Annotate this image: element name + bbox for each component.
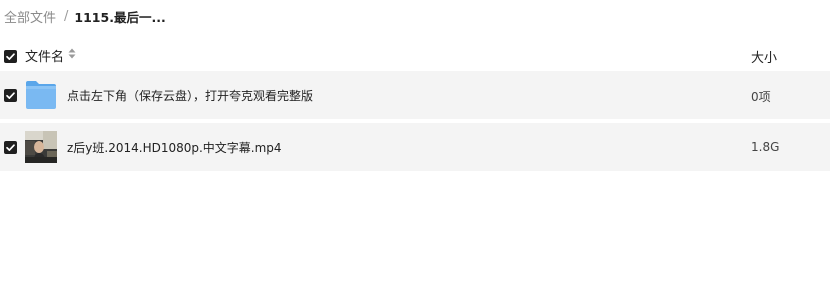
- table-row[interactable]: 点击左下角（保存云盘），打开夸克观看完整版 0项: [0, 71, 830, 119]
- select-all-checkbox[interactable]: [4, 50, 17, 63]
- table-header: 文件名 大小: [0, 44, 830, 68]
- size-column-header[interactable]: 大小: [751, 47, 777, 66]
- file-size: 1.8G: [751, 140, 780, 154]
- name-column-header[interactable]: 文件名: [25, 46, 76, 65]
- breadcrumb-separator: /: [64, 8, 69, 24]
- checkmark-icon: [6, 92, 15, 99]
- checkmark-icon: [6, 53, 15, 60]
- checkmark-icon: [6, 144, 15, 151]
- file-size: 0项: [751, 90, 771, 104]
- file-name[interactable]: z后y班.2014.HD1080p.中文字幕.mp4: [67, 139, 282, 156]
- name-column-label: 文件名: [25, 50, 65, 65]
- table-row[interactable]: z后y班.2014.HD1080p.中文字幕.mp4 1.8G: [0, 123, 830, 171]
- breadcrumb-current: 1115.最后一...: [74, 9, 166, 25]
- row-checkbox[interactable]: [4, 89, 17, 102]
- breadcrumb-root-link[interactable]: 全部文件: [4, 7, 56, 26]
- folder-icon: [25, 80, 57, 110]
- sort-updown-icon[interactable]: [68, 48, 76, 63]
- file-name[interactable]: 点击左下角（保存云盘），打开夸克观看完整版: [67, 87, 313, 104]
- breadcrumb: 全部文件 / 1115.最后一...: [4, 7, 166, 26]
- video-thumbnail: [25, 131, 57, 163]
- row-checkbox[interactable]: [4, 141, 17, 154]
